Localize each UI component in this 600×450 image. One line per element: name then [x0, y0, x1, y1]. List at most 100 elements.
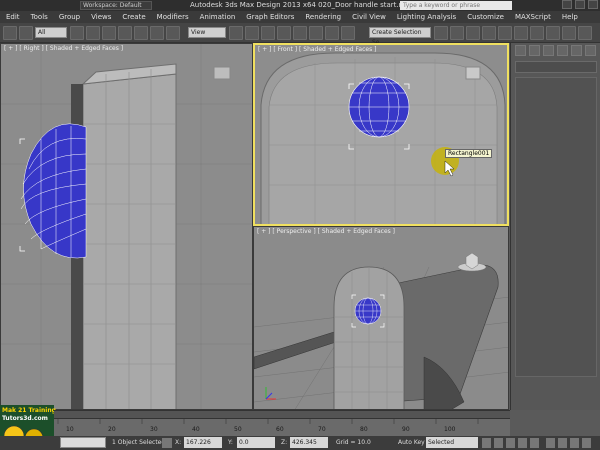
select-manipulate-icon[interactable]: [245, 26, 259, 40]
auto-key-button[interactable]: Auto Key: [398, 439, 425, 446]
menu-group[interactable]: Group: [59, 11, 80, 23]
workspace-dropdown[interactable]: Workspace: Default: [80, 1, 152, 10]
object-tooltip: Rectangle001: [445, 149, 493, 158]
select-by-name-icon[interactable]: [86, 26, 100, 40]
previous-frame-icon[interactable]: [494, 438, 503, 448]
rotate-icon[interactable]: [150, 26, 164, 40]
tick-label: 10: [66, 426, 74, 433]
utilities-tab-icon[interactable]: [585, 45, 596, 56]
tick-label: 30: [150, 426, 158, 433]
window-controls: [562, 0, 598, 9]
go-to-start-icon[interactable]: [482, 438, 491, 448]
menu-lighting-analysis[interactable]: Lighting Analysis: [397, 11, 456, 23]
selection-filter-dropdown[interactable]: All: [35, 27, 67, 38]
undo-icon[interactable]: [3, 26, 17, 40]
object-name-field[interactable]: [515, 61, 597, 73]
orbit-icon[interactable]: [570, 438, 579, 448]
move-icon[interactable]: [134, 26, 148, 40]
display-tab-icon[interactable]: [571, 45, 582, 56]
viewport-perspective-scene: [254, 252, 508, 409]
menu-tools[interactable]: Tools: [31, 11, 48, 23]
next-frame-icon[interactable]: [518, 438, 527, 448]
maximize-viewport-icon[interactable]: [582, 438, 591, 448]
menu-help[interactable]: Help: [562, 11, 578, 23]
viewport-perspective[interactable]: [ + ] [ Perspective ] [ Shaded + Edged F…: [253, 226, 509, 410]
reference-coordinate-dropdown[interactable]: View: [188, 27, 226, 38]
logo-line-1: Mak 21 Training: [2, 407, 56, 414]
motion-tab-icon[interactable]: [557, 45, 568, 56]
pan-icon[interactable]: [558, 438, 567, 448]
menu-civil-view[interactable]: Civil View: [352, 11, 386, 23]
menu-edit[interactable]: Edit: [6, 11, 20, 23]
zoom-icon[interactable]: [546, 438, 555, 448]
spinner-snap-icon[interactable]: [325, 26, 339, 40]
hierarchy-tab-icon[interactable]: [543, 45, 554, 56]
render-setup-icon[interactable]: [546, 26, 560, 40]
grid-readout: Grid = 10.0: [336, 439, 371, 446]
maximize-button[interactable]: [575, 0, 585, 9]
rendered-frame-icon[interactable]: [562, 26, 576, 40]
menu-rendering[interactable]: Rendering: [305, 11, 341, 23]
pivot-icon[interactable]: [229, 26, 243, 40]
time-slider[interactable]: [54, 410, 510, 418]
tick-label: 80: [360, 426, 368, 433]
search-input[interactable]: Type a keyword or phrase: [400, 1, 512, 10]
play-icon[interactable]: [506, 438, 515, 448]
menu-views[interactable]: Views: [91, 11, 111, 23]
close-button[interactable]: [588, 0, 598, 9]
menu-modifiers[interactable]: Modifiers: [157, 11, 189, 23]
timeline-track[interactable]: 10 20 30 40 50 60 70 80 90 100: [54, 418, 510, 436]
edit-named-selection-icon[interactable]: [341, 26, 355, 40]
snaps-toggle-icon[interactable]: [277, 26, 291, 40]
curve-editor-icon[interactable]: [498, 26, 512, 40]
go-to-end-icon[interactable]: [530, 438, 539, 448]
scale-icon[interactable]: [166, 26, 180, 40]
schematic-view-icon[interactable]: [514, 26, 528, 40]
menu-customize[interactable]: Customize: [467, 11, 504, 23]
z-coordinate-field[interactable]: 426.345: [290, 437, 328, 448]
modify-tab-icon[interactable]: [529, 45, 540, 56]
logo-line-2: Tutors3d.com: [2, 415, 48, 422]
redo-icon[interactable]: [19, 26, 33, 40]
viewcube-front[interactable]: [465, 66, 481, 80]
menu-create[interactable]: Create: [122, 11, 145, 23]
app-window: Workspace: Default Autodesk 3ds Max Desi…: [0, 0, 600, 450]
maxscript-listener[interactable]: [60, 437, 106, 448]
viewport-front-scene: [260, 52, 506, 224]
align-icon[interactable]: [450, 26, 464, 40]
rollout-area: [515, 77, 597, 377]
window-crossing-icon[interactable]: [118, 26, 132, 40]
angle-snap-icon[interactable]: [293, 26, 307, 40]
keyboard-shortcut-icon[interactable]: [261, 26, 275, 40]
mirror-icon[interactable]: [434, 26, 448, 40]
viewcube-right[interactable]: [213, 66, 231, 80]
render-production-icon[interactable]: [578, 26, 592, 40]
y-coordinate-field[interactable]: 0.0: [237, 437, 275, 448]
menu-maxscript[interactable]: MAXScript: [515, 11, 551, 23]
viewport-right-scene: [1, 44, 252, 409]
selection-region-icon[interactable]: [102, 26, 116, 40]
tick-label: 60: [276, 426, 284, 433]
viewport-front[interactable]: [ + ] [ Front ] [ Shaded + Edged Faces ]: [253, 43, 509, 226]
menu-animation[interactable]: Animation: [200, 11, 236, 23]
key-filter-dropdown[interactable]: Selected: [426, 437, 478, 448]
x-coordinate-field[interactable]: 167.226: [184, 437, 222, 448]
viewport-right[interactable]: [ + ] [ Right ] [ Shaded + Edged Faces ]: [0, 43, 253, 410]
x-label: X:: [175, 439, 182, 446]
tick-label: 40: [192, 426, 200, 433]
tick-label: 100: [444, 426, 456, 433]
named-selection-dropdown[interactable]: Create Selection Se: [369, 27, 431, 46]
title-bar: Workspace: Default Autodesk 3ds Max Desi…: [0, 0, 600, 11]
material-editor-icon[interactable]: [530, 26, 544, 40]
minimize-button[interactable]: [562, 0, 572, 9]
layer-manager-icon[interactable]: [466, 26, 480, 40]
percent-snap-icon[interactable]: [309, 26, 323, 40]
viewcube-perspective[interactable]: [457, 252, 487, 272]
graphite-ribbon-icon[interactable]: [482, 26, 496, 40]
y-label: Y:: [228, 439, 233, 446]
create-tab-icon[interactable]: [515, 45, 526, 56]
menu-graph-editors[interactable]: Graph Editors: [246, 11, 294, 23]
lock-selection-icon[interactable]: [162, 438, 172, 448]
select-object-icon[interactable]: [70, 26, 84, 40]
tick-label: 90: [402, 426, 410, 433]
